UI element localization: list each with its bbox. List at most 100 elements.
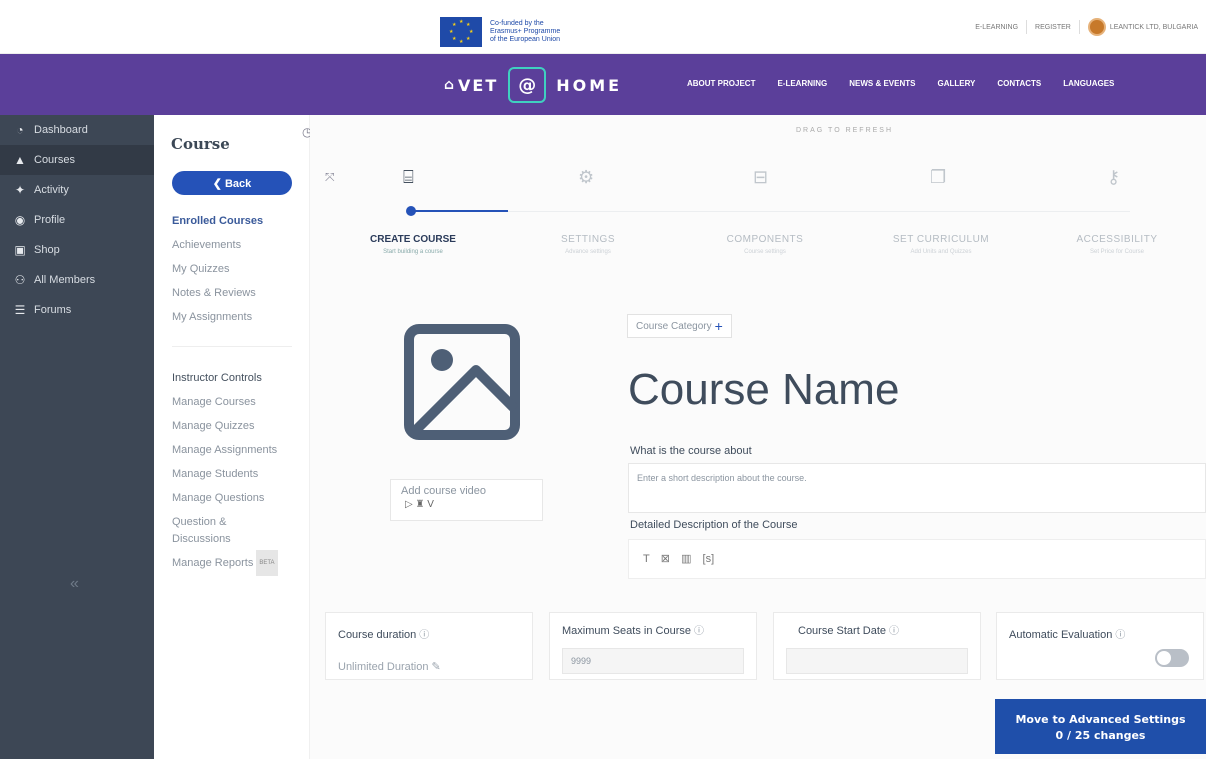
achievements-link[interactable]: Achievements [172,233,263,257]
nav-news-events[interactable]: NEWS & EVENTS [849,79,915,88]
notes-reviews-link[interactable]: Notes & Reviews [172,281,263,305]
site-logo[interactable]: ⌂ VET @ HOME [444,67,622,103]
description-editor[interactable]: T ⊠ ▥ [s] [628,539,1206,579]
sidebar-item-label: Forums [34,304,72,316]
question-discussions-link[interactable]: Question & [172,514,278,530]
eu-text-line: of the European Union [490,36,561,43]
automatic-evaluation-toggle[interactable] [1155,649,1189,667]
manage-students-link[interactable]: Manage Students [172,462,278,486]
user-name[interactable]: LEANTICK LTD, BULGARIA [1110,24,1198,31]
max-seats-input[interactable]: 9999 [562,648,744,674]
top-link-elearning[interactable]: E-LEARNING [975,24,1018,31]
nav-gallery[interactable]: GALLERY [937,79,975,88]
fullscreen-icon[interactable]: ⤧ [325,170,335,185]
sidebar-item-label: All Members [34,274,96,286]
course-menu: Course ◷ ❮ Back Enrolled Courses Achieve… [154,115,312,759]
columns-tool-icon[interactable]: ▥ [681,553,691,565]
settings-gear-icon[interactable]: ⚙ [578,167,594,188]
help-icon[interactable]: ⓘ [419,630,429,641]
sidebar-item-forums[interactable]: ☰ Forums [0,295,154,325]
eu-text-line: Co-funded by the [490,20,544,27]
beta-badge: BETA [256,550,278,576]
step-settings[interactable]: SETTINGS [518,234,658,245]
collapse-sidebar-icon[interactable]: « [70,575,79,593]
sidebar-item-profile[interactable]: ◉ Profile [0,205,154,235]
course-category-label: Course Category [636,320,712,332]
help-icon[interactable]: ⓘ [1115,630,1125,641]
image-tool-icon[interactable]: ⊠ [661,553,670,565]
course-description-input[interactable]: Enter a short description about the cour… [628,463,1206,513]
step-create-course[interactable]: CREATE COURSE [343,234,483,245]
course-image-placeholder-icon[interactable] [404,324,520,440]
app-sidebar: ◔ Dashboard ▲ Courses ✦ Activity ◉ Profi… [0,115,154,759]
sidebar-item-label: Courses [34,154,75,166]
manage-quizzes-link[interactable]: Manage Quizzes [172,414,278,438]
course-duration-title: Course duration [338,629,417,641]
nav-elearning[interactable]: E-LEARNING [777,79,827,88]
curriculum-icon[interactable]: ❐ [930,167,946,188]
text-tool-icon[interactable]: T [643,553,650,565]
enrolled-courses-group: Enrolled Courses Achievements My Quizzes… [172,209,263,329]
sidebar-item-dashboard[interactable]: ◔ Dashboard [0,115,154,145]
max-seats-card: Maximum Seats in Course ⓘ 9999 [549,612,757,680]
step-accessibility[interactable]: ACCESSIBILITY [1047,234,1187,245]
course-name-title[interactable]: Course Name [628,365,899,415]
sidebar-item-courses[interactable]: ▲ Courses [0,145,154,175]
question-discussions-link-line2[interactable]: Discussions [172,530,278,548]
manage-assignments-link[interactable]: Manage Assignments [172,438,278,462]
course-builder-icon[interactable]: ⌸ [403,167,414,188]
my-quizzes-link[interactable]: My Quizzes [172,257,263,281]
manage-reports-label: Manage Reports [172,556,254,569]
course-builder: DRAG TO REFRESH ⤧ ⌸ ⚙ ⊟ ❐ ⚷ CREATE COURS… [310,115,1206,759]
enrolled-courses-link[interactable]: Enrolled Courses [172,209,263,233]
step-accessibility-sub: Set Price for Course [1089,249,1145,255]
my-assignments-link[interactable]: My Assignments [172,305,263,329]
help-icon[interactable]: ⓘ [889,626,899,637]
nav-contacts[interactable]: CONTACTS [997,79,1041,88]
eu-funding-logo: ★ ★ ★ ★ ★ ★ ★ ★ Co-funded by the Erasmus+ Pr… [440,17,560,47]
shopping-bag-icon: ▣ [14,243,26,257]
start-date-input[interactable] [786,648,968,674]
add-course-video-label: Add course video [401,485,486,497]
help-icon[interactable]: ⓘ [694,626,704,637]
plus-icon: + [714,318,723,334]
manage-reports-link[interactable]: Manage Reports BETA [172,550,278,576]
sidebar-item-label: Activity [34,184,69,196]
step-components[interactable]: COMPONENTS [695,234,835,245]
add-course-video[interactable]: Add course video ▷ ♜ V [390,479,543,521]
step-set-curriculum[interactable]: SET CURRICULUM [871,234,1011,245]
nav-about-project[interactable]: ABOUT PROJECT [687,79,755,88]
components-briefcase-icon[interactable]: ⊟ [753,167,768,188]
avatar[interactable] [1087,18,1106,36]
automatic-evaluation-title: Automatic Evaluation [1009,629,1113,641]
sidebar-item-all-members[interactable]: ⚇ All Members [0,265,154,295]
logo-home: HOME [556,75,623,95]
dashboard-icon: ◔ [16,123,24,137]
course-category-button[interactable]: Course Category + [627,314,732,338]
activity-icon: ✦ [14,183,26,197]
divider [1078,20,1080,34]
start-date-title: Course Start Date [798,625,887,637]
manage-courses-link[interactable]: Manage Courses [172,390,278,414]
logo-at: @ [508,67,547,103]
drag-to-refresh: DRAG TO REFRESH [796,127,894,134]
divider [1026,20,1028,34]
course-menu-title: Course [171,135,230,153]
key-icon[interactable]: ⚷ [1107,167,1120,188]
nav-languages[interactable]: LANGUAGES [1063,79,1114,88]
course-duration-value[interactable]: Unlimited Duration ✎ [338,660,520,673]
step-create-course-sub: Start building a course [383,249,443,255]
back-button[interactable]: ❮ Back [172,171,292,195]
move-to-advanced-settings-button[interactable]: Move to Advanced Settings 0 / 25 changes [995,699,1206,754]
about-label: What is the course about [630,445,752,457]
instructor-controls-group: Instructor Controls Manage Courses Manag… [172,366,278,576]
eu-funding-text: Co-funded by the Erasmus+ Programme of t… [490,20,560,44]
advanced-button-label: Move to Advanced Settings [1015,713,1186,726]
profile-icon: ◉ [14,213,26,227]
detailed-description-label: Detailed Description of the Course [630,519,798,531]
sidebar-item-activity[interactable]: ✦ Activity [0,175,154,205]
shortcode-tool-icon[interactable]: [s] [703,553,715,565]
top-link-register[interactable]: REGISTER [1035,24,1071,31]
sidebar-item-shop[interactable]: ▣ Shop [0,235,154,265]
manage-questions-link[interactable]: Manage Questions [172,486,278,510]
